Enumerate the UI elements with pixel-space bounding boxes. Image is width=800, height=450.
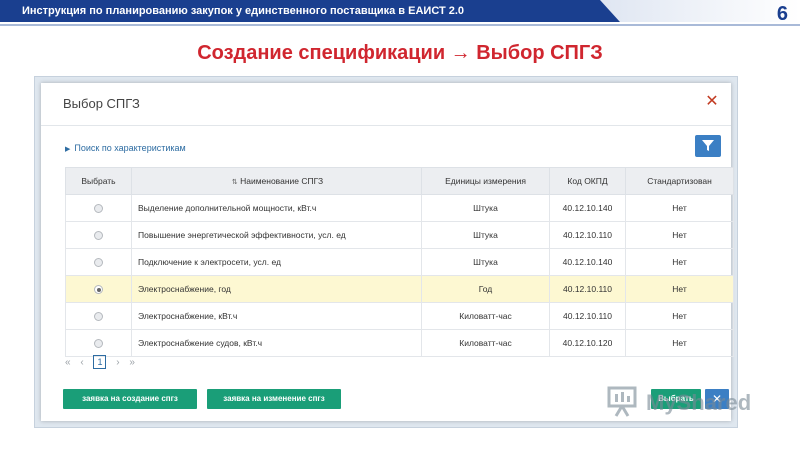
cell-standardized: Нет [625,194,734,222]
caret-right-icon: ▶ [65,146,71,153]
table-row-selected[interactable]: Электроснабжение, год Год 40.12.10.110 Н… [65,275,734,303]
dialog-header: Выбор СПГЗ ✕ [41,83,731,126]
cell-unit: Штука [421,194,550,222]
table-row[interactable]: Подключение к электросети, усл. ед Штука… [65,248,734,276]
cell-standardized: Нет [625,221,734,249]
cell-name: Электроснабжение, кВт.ч [131,302,422,330]
pager-prev-icon[interactable]: ‹ [80,357,83,368]
header-title: Инструкция по планированию закупок у еди… [22,5,465,17]
cell-standardized: Нет [625,275,734,303]
search-link-label: Поиск по характеристикам [74,143,186,153]
cell-okpd: 40.12.10.120 [549,329,626,357]
row-radio[interactable] [94,258,103,268]
filter-icon [702,140,714,151]
cell-name: Повышение энергетической эффективности, … [131,221,422,249]
cell-okpd: 40.12.10.140 [549,248,626,276]
sort-icon[interactable]: ⇅ [232,178,238,186]
col-header-name[interactable]: ⇅ Наименование СПГЗ [131,167,422,195]
slide-page-number: 6 [776,3,788,25]
cell-unit: Штука [421,221,550,249]
cell-okpd: 40.12.10.110 [549,302,626,330]
col-header-select[interactable]: Выбрать [65,167,132,195]
pager-first-icon[interactable]: « [65,357,71,368]
header-band-light [600,0,800,22]
table-header-row: Выбрать ⇅ Наименование СПГЗ Единицы изме… [65,167,734,195]
slide-heading: Создание спецификации → Выбор СПГЗ [197,42,603,64]
pagination: « ‹ 1 › » [65,355,142,369]
spgz-table: Выбрать ⇅ Наименование СПГЗ Единицы изме… [65,167,734,357]
row-radio[interactable] [94,312,103,322]
cell-okpd: 40.12.10.110 [549,221,626,249]
table-row[interactable]: Электроснабжение судов, кВт.ч Киловатт-ч… [65,329,734,357]
cell-unit: Штука [421,248,550,276]
close-icon[interactable]: ✕ [703,93,721,111]
spgz-dialog: Выбор СПГЗ ✕ ▶ Поиск по характеристикам В… [41,83,734,421]
screenshot-frame: Выбор СПГЗ ✕ ▶ Поиск по характеристикам В… [34,76,738,428]
row-radio[interactable] [94,231,103,241]
cell-okpd: 40.12.10.110 [549,275,626,303]
watermark-text: MyShared [646,390,752,415]
cell-unit: Киловатт-час [421,329,550,357]
slide-header: Инструкция по планированию закупок у еди… [0,0,800,26]
table-row[interactable]: Электроснабжение, кВт.ч Киловатт-час 40.… [65,302,734,330]
cell-unit: Киловатт-час [421,302,550,330]
cell-name: Электроснабжение судов, кВт.ч [131,329,422,357]
row-radio-selected[interactable] [94,285,103,295]
col-header-unit[interactable]: Единицы измерения [421,167,550,195]
filter-button[interactable] [695,135,721,157]
dialog-title: Выбор СПГЗ [63,96,140,111]
col-header-standardized[interactable]: Стандартизован [625,167,734,195]
cell-standardized: Нет [625,302,734,330]
cell-unit: Год [421,275,550,303]
col-header-okpd[interactable]: Код ОКПД [549,167,626,195]
table-row[interactable]: Повышение энергетической эффективности, … [65,221,734,249]
pager-page-current[interactable]: 1 [93,355,107,369]
pager-last-icon[interactable]: » [129,357,135,368]
cell-name: Выделение дополнительной мощности, кВт.ч [131,194,422,222]
cell-name: Электроснабжение, год [131,275,422,303]
header-rule [0,24,800,26]
row-radio[interactable] [94,204,103,214]
cell-standardized: Нет [625,248,734,276]
cell-name: Подключение к электросети, усл. ед [131,248,422,276]
search-by-characteristics-link[interactable]: ▶ Поиск по характеристикам [65,143,186,153]
presentation-board-icon [607,386,637,417]
watermark: MyShared [606,384,766,418]
table-row[interactable]: Выделение дополнительной мощности, кВт.ч… [65,194,734,222]
cell-okpd: 40.12.10.140 [549,194,626,222]
create-spgz-request-button[interactable]: заявка на создание спгз [63,389,197,409]
pager-next-icon[interactable]: › [116,357,119,368]
cell-standardized: Нет [625,329,734,357]
row-radio[interactable] [94,339,103,349]
change-spgz-request-button[interactable]: заявка на изменение спгз [207,389,341,409]
